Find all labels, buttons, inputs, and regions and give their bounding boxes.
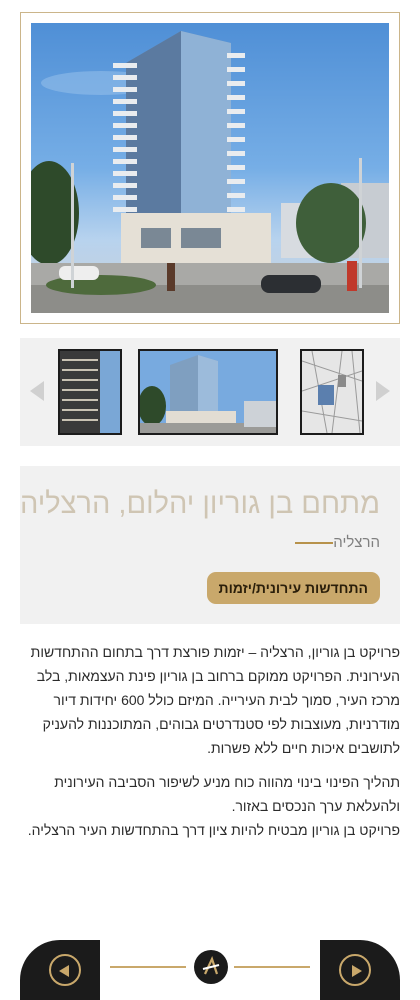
hero-image[interactable] <box>31 23 389 313</box>
description-paragraph: פרויקט בן גוריון, הרצליה – יזמות פורצת ד… <box>30 644 400 756</box>
gallery-thumbnail[interactable] <box>58 349 122 435</box>
project-info-panel: מתחם בן גוריון יהלום, הרצליה הרצליה התחד… <box>20 466 400 624</box>
previous-project-button[interactable] <box>20 940 100 1000</box>
triangle-left-icon[interactable] <box>30 381 44 401</box>
nav-divider-line <box>234 966 310 968</box>
gallery-thumbnail[interactable] <box>300 349 364 435</box>
thumbnail-tower-image <box>60 351 120 433</box>
hero-building-render <box>31 31 389 313</box>
gallery-thumbnail-active[interactable] <box>138 349 278 435</box>
category-button[interactable]: התחדשות עירונית/יזמות <box>206 572 380 604</box>
city-divider-line <box>295 541 334 544</box>
gallery-thumbnails <box>20 338 400 446</box>
project-title: מתחם בן גוריון יהלום, הרצליה <box>19 488 380 520</box>
circle-arrow-left-icon <box>49 954 81 986</box>
triangle-right-icon[interactable] <box>376 381 390 401</box>
project-city: הרצליה <box>333 534 380 551</box>
description-paragraph: תהליך הפינוי בינוי מהווה כוח מניע לשיפור… <box>54 774 400 814</box>
project-location: הרצליה <box>287 534 380 551</box>
next-project-button[interactable] <box>320 940 400 1000</box>
description-paragraph: פרויקט בן גוריון מבטיח להיות ציון דרך בה… <box>27 822 400 838</box>
nav-divider-line <box>110 966 186 968</box>
brand-logo-icon[interactable] <box>194 950 228 984</box>
project-description: פרויקט בן גוריון, הרצליה – יזמות פורצת ד… <box>24 640 400 842</box>
hero-image-frame <box>20 12 400 324</box>
thumbnail-hero-image <box>140 351 276 433</box>
bottom-navigation <box>20 940 400 1000</box>
circle-arrow-right-icon <box>339 954 371 986</box>
logo-mark <box>202 956 220 975</box>
thumbnail-site-plan-image <box>302 351 362 433</box>
